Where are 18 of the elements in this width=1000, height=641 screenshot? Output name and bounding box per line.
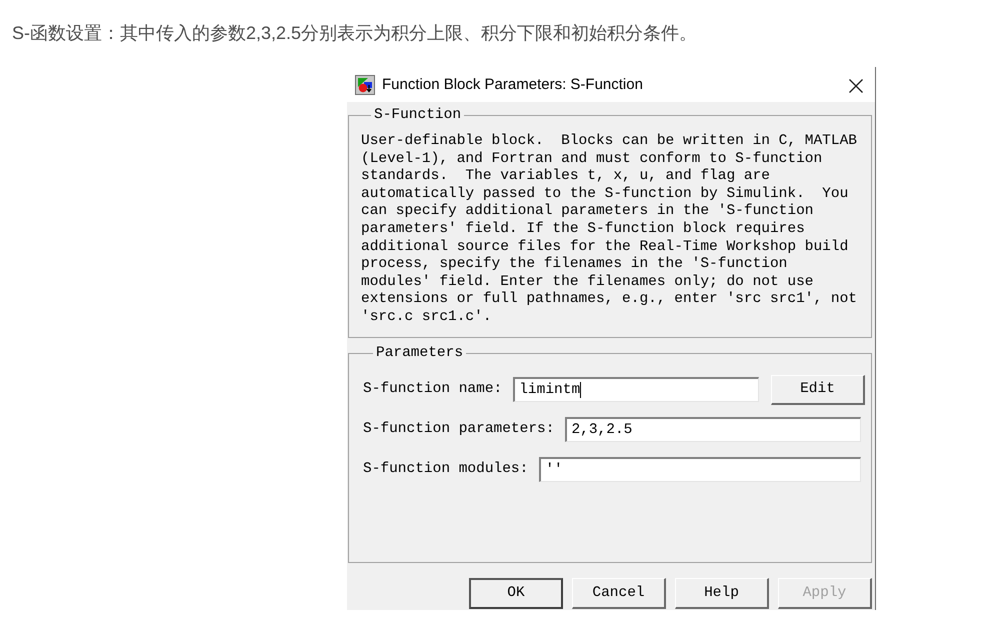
dialog-button[interactable]: OK [469, 578, 563, 609]
input-field[interactable]: 2,3,2.5 [565, 417, 861, 442]
window-title: Function Block Parameters: S-Function [382, 76, 643, 94]
description-text: User-definable block. Blocks can be written in C, MATLAB (Level-1), and Fortran and must conform to S-function standards. The variables t, x, u, and flag are automatically passed to the S-function by Simulink. You can specify additional parameters in the 'S-function parameters' field. If the S-function block requires additional source files for the Real-Time Workshop build process, specify the filenames in the 'S-function modules' field. Enter the filenames only; do not use extensions or full pathnames, e.g., enter 'src src1', not 'src.c src1.c'. [361, 133, 858, 327]
group-title: Parameters [375, 344, 464, 362]
dialog-button[interactable]: Cancel [572, 578, 666, 609]
caption-text: S-函数设置：其中传入的参数2,3,2.5分别表示为积分上限、积分下限和初始积分条件。 [12, 22, 698, 45]
close-icon[interactable] [849, 78, 863, 92]
field-label: S-function parameters: [363, 421, 554, 438]
block-diagram-icon [355, 74, 375, 94]
edit-button[interactable]: Edit [771, 374, 865, 405]
group-title: S-Function [373, 107, 462, 124]
text-cursor-icon [580, 382, 582, 398]
dialog-button[interactable]: Help [675, 578, 769, 609]
field-label: S-function modules: [363, 461, 528, 478]
input-field[interactable]: limintm [513, 377, 759, 402]
field-label: S-function name: [363, 381, 502, 398]
input-field[interactable]: '' [539, 457, 861, 482]
